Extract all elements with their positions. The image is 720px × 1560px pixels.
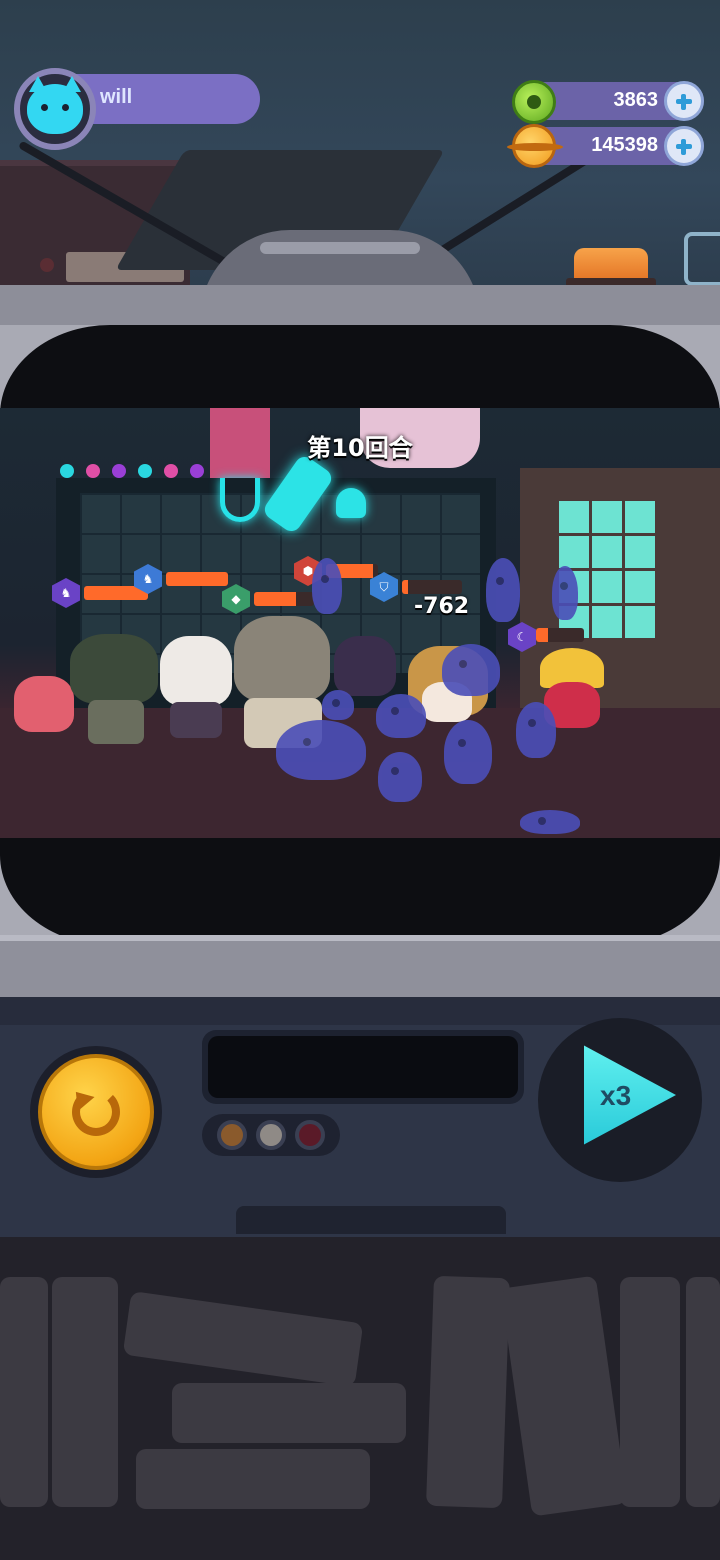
neon-lights <box>60 464 204 478</box>
ghost-effect <box>552 566 578 620</box>
speed-button[interactable]: x3 <box>538 1018 702 1182</box>
indicator-light-orange <box>216 1120 247 1150</box>
indicator-light-red <box>295 1120 326 1150</box>
player-name: will <box>100 86 133 108</box>
ghost-effect <box>378 752 422 802</box>
hp-bar <box>536 628 584 642</box>
bag-creature <box>14 666 74 736</box>
ghost-effect <box>276 720 366 780</box>
ghost-effect <box>520 810 580 834</box>
ghost-effect <box>376 694 426 738</box>
damage-popup: -762 <box>414 594 470 619</box>
hero-unit <box>156 622 236 742</box>
shelf-knob <box>40 258 54 272</box>
round-indicator: 第10回合 <box>307 434 413 462</box>
indicator-light-gray <box>255 1120 286 1150</box>
ghost-effect <box>516 702 556 758</box>
bottom-bookshelf <box>0 1237 720 1560</box>
display-slot <box>202 1030 524 1104</box>
indicator-lights <box>202 1114 340 1156</box>
retry-button-face[interactable] <box>38 1054 154 1170</box>
battle-screen: 第10回合 ♞ ♞ ◆ ⬢ ⛉ ☾ -762 <box>0 408 720 838</box>
hp-bar <box>166 572 228 586</box>
hero-unit <box>66 624 162 748</box>
clip-icon[interactable] <box>684 232 720 286</box>
tv-bottom-lip <box>0 935 720 997</box>
cat-face-icon <box>27 76 83 134</box>
gold-planet-coin-icon <box>507 124 563 168</box>
ghost-effect <box>444 720 492 784</box>
hp-bar <box>254 592 314 606</box>
add-gold-button[interactable] <box>664 126 704 166</box>
ghost-effect <box>312 558 342 614</box>
player-avatar[interactable] <box>14 68 96 150</box>
panel-foot <box>236 1206 506 1234</box>
gold-amount: 145398 <box>591 134 658 156</box>
green-coin-icon <box>512 80 556 124</box>
hp-bar <box>402 580 462 594</box>
neon-glass-icon <box>220 478 260 522</box>
gem-amount: 3863 <box>613 89 659 111</box>
ghost-effect <box>442 644 500 696</box>
ghost-effect <box>486 558 520 622</box>
neon-octopus-icon <box>336 488 366 518</box>
retry-arrow-icon <box>72 1088 120 1136</box>
retry-button[interactable] <box>30 1046 162 1178</box>
speed-label: x3 <box>600 1080 632 1111</box>
ghost-effect <box>322 690 354 720</box>
add-gems-button[interactable] <box>664 81 704 121</box>
